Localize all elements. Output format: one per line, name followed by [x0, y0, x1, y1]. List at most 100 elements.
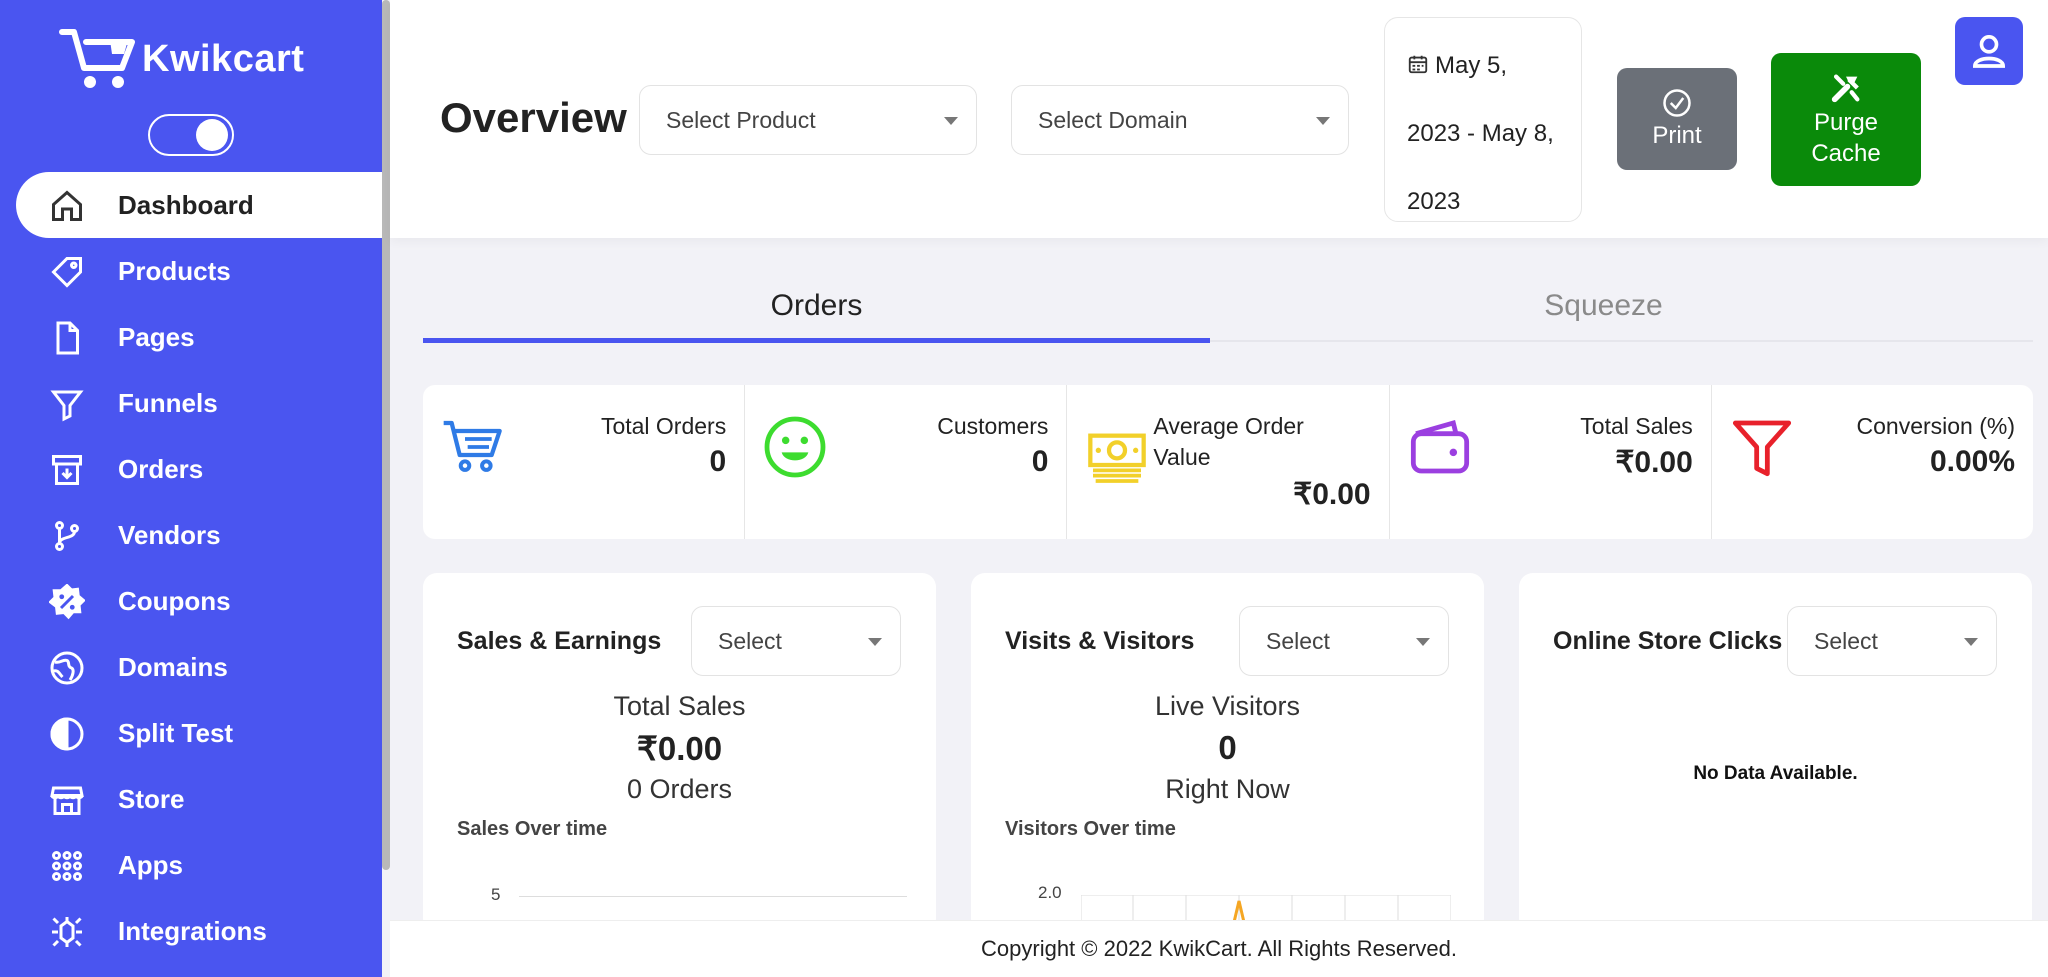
top-header: Overview Select Product Select Domain Ma…: [390, 0, 2048, 238]
stat-label: Average Order Value: [1153, 413, 1304, 470]
sidebar-item-funnels[interactable]: Funnels: [0, 370, 382, 436]
clicks-period-select[interactable]: Select: [1787, 606, 1997, 676]
product-select[interactable]: Select Product: [639, 85, 977, 155]
sidebar-nav: Dashboard Products Pages Funnels Orders …: [0, 172, 382, 964]
theme-toggle[interactable]: [148, 114, 234, 156]
purge-label: Purge Cache: [1811, 108, 1881, 167]
sidebar: Kwikcart Dashboard Products Pages Funnel…: [0, 0, 382, 977]
tab-orders[interactable]: Orders: [423, 276, 1210, 343]
grid-dots-icon: [48, 847, 86, 885]
visits-visitors-card: Visits & Visitors Select Live Visitors 0…: [971, 573, 1484, 933]
sidebar-item-dashboard[interactable]: Dashboard: [16, 172, 382, 238]
stat-value: ₹0.00: [1615, 446, 1693, 479]
sidebar-item-domains[interactable]: Domains: [0, 634, 382, 700]
total-sales-label: Total Sales: [613, 691, 746, 721]
visits-period-select[interactable]: Select: [1239, 606, 1449, 676]
y-axis-tick: 5: [491, 885, 501, 904]
integrations-icon: [48, 913, 86, 951]
brand-logo[interactable]: Kwikcart: [58, 26, 304, 92]
sidebar-item-coupons[interactable]: Coupons: [0, 568, 382, 634]
chevron-down-icon: [944, 117, 958, 125]
orders-count: 0 Orders: [626, 774, 733, 804]
card-title: Sales & Earnings: [457, 627, 662, 655]
chart-title: Sales Over time: [457, 818, 608, 840]
sidebar-item-label: Vendors: [118, 519, 221, 550]
brand-name: Kwikcart: [142, 37, 305, 80]
y-axis-tick: 2.0: [1038, 883, 1062, 902]
tag-icon: [48, 253, 86, 291]
chevron-down-icon: [868, 638, 882, 646]
cart-icon: [443, 420, 502, 472]
smiley-icon: [764, 416, 826, 478]
select-label: Select: [1266, 627, 1330, 654]
sidebar-item-label: Pages: [118, 321, 195, 352]
no-data-message: No Data Available.: [1693, 763, 1858, 784]
cart-logo-icon: [59, 29, 135, 88]
page-title: Overview: [440, 94, 627, 141]
copyright-text: Copyright © 2022 KwikCart. All Rights Re…: [981, 936, 1457, 961]
stat-value: 0: [1031, 445, 1049, 478]
calendar-icon: [1408, 55, 1428, 74]
sidebar-item-label: Orders: [118, 453, 204, 484]
chevron-down-icon: [1416, 638, 1430, 646]
live-visitors-label: Live Visitors: [1154, 691, 1301, 721]
sidebar-item-label: Domains: [118, 651, 228, 682]
card-title: Online Store Clicks: [1553, 627, 1783, 655]
stat-value: ₹0.00: [1293, 478, 1371, 511]
tab-squeeze[interactable]: Squeeze: [1210, 276, 1997, 342]
stat-label: Customers: [937, 413, 1049, 439]
sidebar-item-label: Apps: [118, 849, 183, 880]
check-circle-icon: [1663, 89, 1691, 117]
print-label: Print: [1652, 122, 1702, 149]
percent-badge-icon: [48, 583, 86, 621]
sidebar-item-pages[interactable]: Pages: [0, 304, 382, 370]
sidebar-item-label: Integrations: [118, 915, 267, 946]
sales-period-select[interactable]: Select: [691, 606, 901, 676]
purge-cache-button[interactable]: Purge Cache: [1771, 53, 1921, 186]
toggle-knob: [196, 119, 228, 151]
footer: Copyright © 2022 KwikCart. All Rights Re…: [390, 920, 2048, 977]
sidebar-scrollbar[interactable]: [382, 0, 390, 870]
stats-panel: Total Orders 0 Customers 0 Average Order…: [423, 385, 2033, 539]
sidebar-item-split-test[interactable]: Split Test: [0, 700, 382, 766]
archive-icon: [48, 451, 86, 489]
gridline: [519, 896, 907, 897]
user-menu-button[interactable]: [1955, 17, 2023, 85]
sidebar-item-label: Split Test: [118, 717, 234, 748]
sidebar-item-label: Products: [118, 255, 231, 286]
sidebar-item-label: Store: [118, 783, 185, 814]
stat-value: 0.00%: [1929, 445, 2016, 478]
live-visitors-value: 0: [1218, 729, 1237, 766]
print-button[interactable]: Print: [1617, 68, 1737, 170]
sidebar-item-vendors[interactable]: Vendors: [0, 502, 382, 568]
sidebar-item-label: Dashboard: [118, 189, 254, 220]
half-circle-icon: [48, 715, 86, 753]
online-store-clicks-card: Online Store Clicks Select No Data Avail…: [1519, 573, 2032, 933]
funnel-icon: [1732, 420, 1791, 477]
stat-value: 0: [709, 445, 727, 478]
git-branch-icon: [48, 517, 86, 555]
file-icon: [48, 319, 86, 357]
right-now-label: Right Now: [1165, 774, 1290, 804]
stat-total-sales: Total Sales ₹0.00: [1390, 385, 1712, 539]
wallet-icon: [1410, 420, 1469, 474]
user-icon: [1972, 35, 2006, 68]
sidebar-item-integrations[interactable]: Integrations: [0, 898, 382, 964]
sales-earnings-card: Sales & Earnings Select Total Sales ₹0.0…: [423, 573, 936, 933]
chevron-down-icon: [1316, 117, 1330, 125]
sidebar-item-store[interactable]: Store: [0, 766, 382, 832]
sidebar-item-orders[interactable]: Orders: [0, 436, 382, 502]
store-icon: [48, 781, 86, 819]
domain-select[interactable]: Select Domain: [1011, 85, 1349, 155]
date-range-picker[interactable]: May 5, 2023 - May 8, 2023: [1384, 17, 1582, 222]
home-icon: [48, 187, 86, 225]
sidebar-item-apps[interactable]: Apps: [0, 832, 382, 898]
total-sales-value: ₹0.00: [636, 730, 723, 767]
product-select-label: Select Product: [666, 106, 816, 133]
stat-label: Total Sales: [1580, 413, 1693, 439]
funnel-icon: [48, 385, 86, 423]
sidebar-item-label: Coupons: [118, 585, 231, 616]
sidebar-item-products[interactable]: Products: [0, 238, 382, 304]
stat-total-orders: Total Orders 0: [423, 385, 746, 539]
chevron-down-icon: [1964, 638, 1978, 646]
